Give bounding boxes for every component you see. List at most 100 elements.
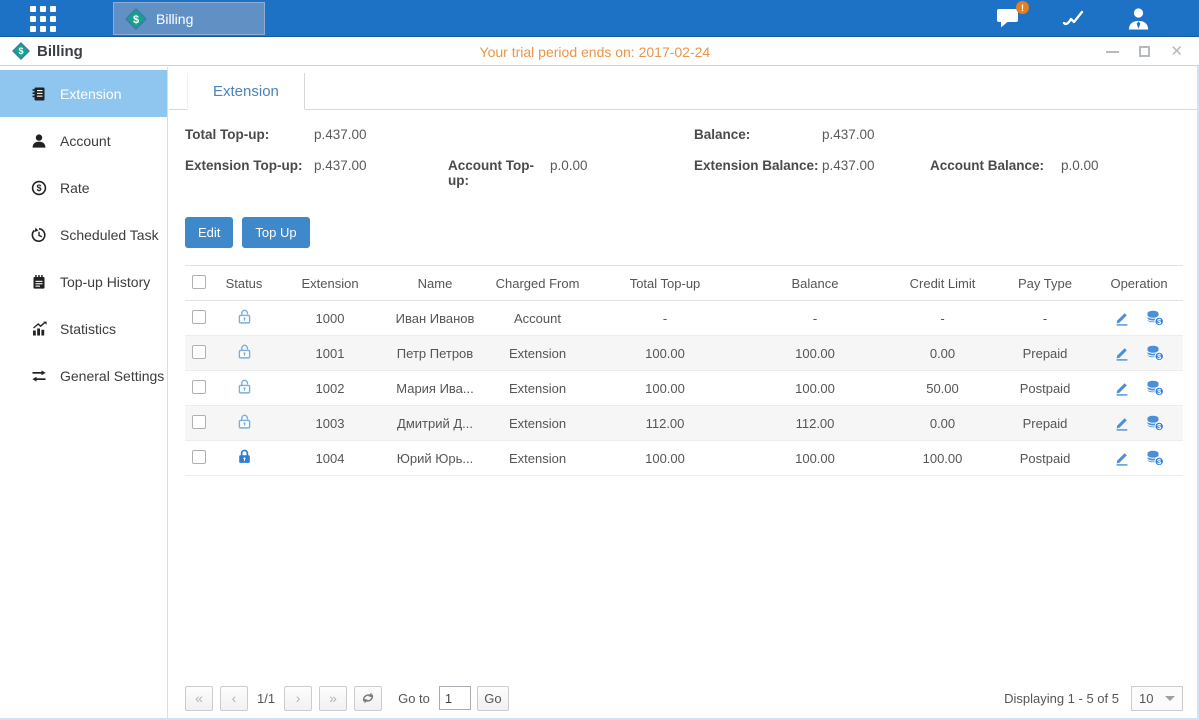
sidebar-item-topup-history[interactable]: Top-up History <box>0 258 167 305</box>
sidebar-item-scheduled-task[interactable]: Scheduled Task <box>0 211 167 258</box>
cell-extension: 1000 <box>275 301 385 336</box>
close-icon[interactable]: ✕ <box>1170 44 1183 59</box>
sidebar-item-statistics[interactable]: Statistics <box>0 305 167 352</box>
prev-page-button[interactable]: ‹ <box>220 686 248 711</box>
lock-closed-icon[interactable] <box>236 453 253 468</box>
cell-name: Юрий Юрь... <box>385 441 485 476</box>
content-tabbar: Extension <box>169 70 1197 110</box>
edit-button[interactable]: Edit <box>185 217 233 248</box>
go-button[interactable]: Go <box>477 686 509 711</box>
person-icon <box>31 133 47 149</box>
top-up-coins-icon[interactable]: $ <box>1146 415 1164 431</box>
row-checkbox[interactable] <box>192 415 206 429</box>
next-page-button[interactable]: › <box>284 686 312 711</box>
account-balance-label: Account Balance: <box>930 158 1061 173</box>
cell-name: Дмитрий Д... <box>385 406 485 441</box>
header-name: Name <box>385 266 485 301</box>
arrows-settings-icon <box>31 368 47 384</box>
total-topup-label: Total Top-up: <box>185 127 314 142</box>
edit-pencil-icon[interactable] <box>1114 345 1130 361</box>
cell-balance: 100.00 <box>740 441 890 476</box>
sidebar-item-extension[interactable]: Extension <box>0 70 167 117</box>
edit-pencil-icon[interactable] <box>1114 380 1130 396</box>
titlebar: $ Billing Your trial period ends on: 201… <box>0 37 1199 66</box>
trial-notice: Your trial period ends on: 2017-02-24 <box>480 44 711 60</box>
apps-grid-icon[interactable] <box>30 6 56 37</box>
cell-pay-type: Prepaid <box>995 336 1095 371</box>
top-up-coins-icon[interactable]: $ <box>1146 310 1164 326</box>
cell-credit-limit: 0.00 <box>890 336 995 371</box>
edit-pencil-icon[interactable] <box>1114 415 1130 431</box>
header-credit-limit: Credit Limit <box>890 266 995 301</box>
cell-extension: 1004 <box>275 441 385 476</box>
refresh-button[interactable] <box>354 686 382 711</box>
cell-total-topup: 100.00 <box>590 336 740 371</box>
table-row: 1001 Петр Петров Extension 100.00 100.00… <box>185 336 1183 371</box>
chevron-down-icon <box>1165 696 1175 701</box>
billing-diamond-icon: $ <box>125 8 147 30</box>
cell-charged-from: Extension <box>485 336 590 371</box>
table-row: 1000 Иван Иванов Account - - - - <box>185 301 1183 336</box>
account-topup-value: p.0.00 <box>550 158 588 173</box>
cell-charged-from: Extension <box>485 441 590 476</box>
cell-credit-limit: 100.00 <box>890 441 995 476</box>
header-total-topup: Total Top-up <box>590 266 740 301</box>
cell-total-topup: - <box>590 301 740 336</box>
row-checkbox[interactable] <box>192 345 206 359</box>
lock-open-icon[interactable] <box>236 418 253 433</box>
maximize-icon[interactable] <box>1139 46 1150 57</box>
first-page-button[interactable]: « <box>185 686 213 711</box>
table-row: 1003 Дмитрий Д... Extension 112.00 112.0… <box>185 406 1183 441</box>
cell-credit-limit: 0.00 <box>890 406 995 441</box>
sidebar-item-rate[interactable]: $ Rate <box>0 164 167 211</box>
messages-icon[interactable]: ! <box>996 7 1021 29</box>
row-checkbox[interactable] <box>192 380 206 394</box>
lock-open-icon[interactable] <box>236 348 253 363</box>
row-checkbox[interactable] <box>192 310 206 324</box>
row-checkbox[interactable] <box>192 450 206 464</box>
cell-pay-type: - <box>995 301 1095 336</box>
page-size-select[interactable]: 10 <box>1131 686 1183 711</box>
minimize-icon[interactable] <box>1106 51 1119 53</box>
extension-balance-label: Extension Balance: <box>694 158 822 173</box>
cell-balance: 100.00 <box>740 371 890 406</box>
lock-open-icon[interactable] <box>236 383 253 398</box>
sidebar-item-account[interactable]: Account <box>0 117 167 164</box>
last-page-button[interactable]: » <box>319 686 347 711</box>
cell-total-topup: 112.00 <box>590 406 740 441</box>
lock-open-icon[interactable] <box>236 313 253 328</box>
dollar-circle-icon: $ <box>31 180 47 196</box>
sidebar-item-label: Rate <box>60 180 90 196</box>
edit-pencil-icon[interactable] <box>1114 450 1130 466</box>
top-up-button[interactable]: Top Up <box>242 217 309 248</box>
summary-panel: Total Top-up: p.437.00 Extension Top-up:… <box>185 127 1181 204</box>
billing-diamond-icon-small: $ <box>12 42 30 60</box>
cell-charged-from: Extension <box>485 406 590 441</box>
select-all-checkbox[interactable] <box>192 275 206 289</box>
main-content: Extension Total Top-up: p.437.00 Extensi… <box>169 67 1197 718</box>
topbar-app-tab-billing[interactable]: $ Billing <box>113 2 265 35</box>
top-up-coins-icon[interactable]: $ <box>1146 380 1164 396</box>
statistics-monitor-icon[interactable] <box>1061 7 1086 29</box>
cell-pay-type: Prepaid <box>995 406 1095 441</box>
cell-charged-from: Account <box>485 301 590 336</box>
total-topup-value: p.437.00 <box>314 127 367 142</box>
sidebar-item-general-settings[interactable]: General Settings <box>0 352 167 399</box>
cell-pay-type: Postpaid <box>995 371 1095 406</box>
clock-history-icon <box>31 227 47 243</box>
table-row: 1002 Мария Ива... Extension 100.00 100.0… <box>185 371 1183 406</box>
sidebar-item-label: Extension <box>60 86 121 102</box>
user-account-icon[interactable] <box>1126 6 1151 31</box>
sidebar-item-label: Account <box>60 133 111 149</box>
cell-pay-type: Postpaid <box>995 441 1095 476</box>
edit-pencil-icon[interactable] <box>1114 310 1130 326</box>
cell-name: Петр Петров <box>385 336 485 371</box>
extension-topup-value: p.437.00 <box>314 158 448 173</box>
tab-extension[interactable]: Extension <box>187 73 305 110</box>
cell-total-topup: 100.00 <box>590 441 740 476</box>
top-up-coins-icon[interactable]: $ <box>1146 450 1164 466</box>
sidebar-item-label: Top-up History <box>60 274 150 290</box>
goto-page-input[interactable] <box>439 686 471 710</box>
top-up-coins-icon[interactable]: $ <box>1146 345 1164 361</box>
header-extension: Extension <box>275 266 385 301</box>
